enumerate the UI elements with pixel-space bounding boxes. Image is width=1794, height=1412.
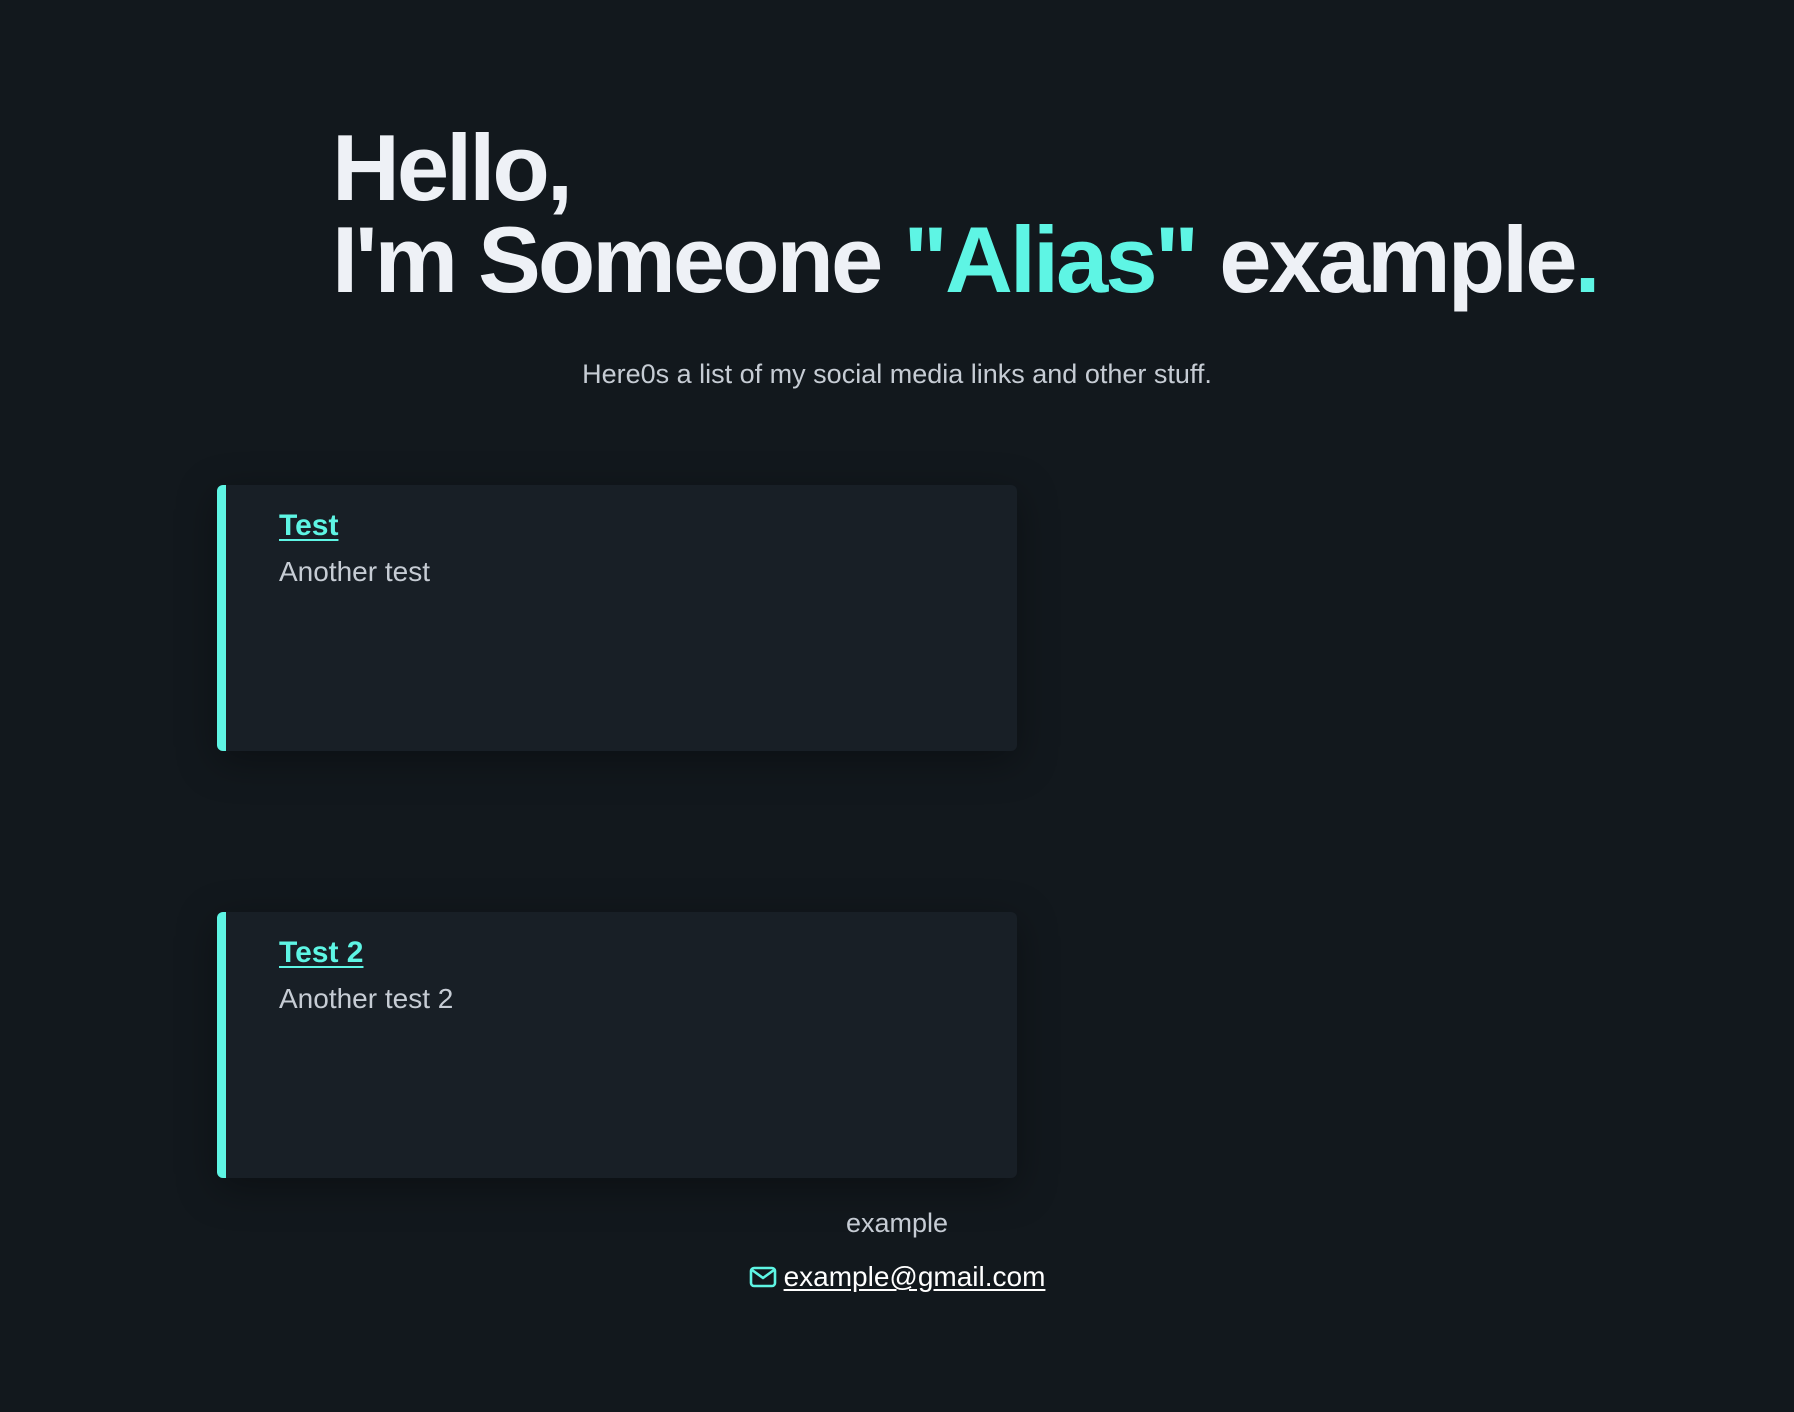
hero-greeting: Hello, — [332, 115, 573, 220]
link-card: Test Another test — [217, 485, 1017, 751]
link-card: Test 2 Another test 2 — [217, 912, 1017, 1178]
card-title-link[interactable]: Test — [279, 509, 338, 543]
mail-icon — [749, 1263, 777, 1288]
card-accent-bar — [217, 912, 226, 1178]
hero-intro-suffix: example — [1196, 207, 1577, 312]
footer-name: example — [845, 1208, 949, 1238]
hero-period: . — [1574, 207, 1601, 312]
card-accent-bar — [217, 485, 226, 751]
footer-email: example@gmail.com — [0, 1261, 1794, 1293]
hero-alias: "Alias" — [903, 207, 1199, 312]
page-subtitle: Here0s a list of my social media links a… — [582, 359, 1212, 389]
hero-heading: Hello, I'm Someone "Alias" example. — [332, 121, 1732, 307]
email-link[interactable]: example@gmail.com — [784, 1261, 1046, 1292]
card-description: Another test 2 — [279, 983, 454, 1014]
card-description: Another test — [279, 556, 430, 587]
hero-title: Hello, I'm Someone "Alias" example. — [332, 121, 1732, 307]
card-title-link[interactable]: Test 2 — [279, 936, 363, 970]
hero-intro: I'm Someone — [332, 207, 904, 312]
